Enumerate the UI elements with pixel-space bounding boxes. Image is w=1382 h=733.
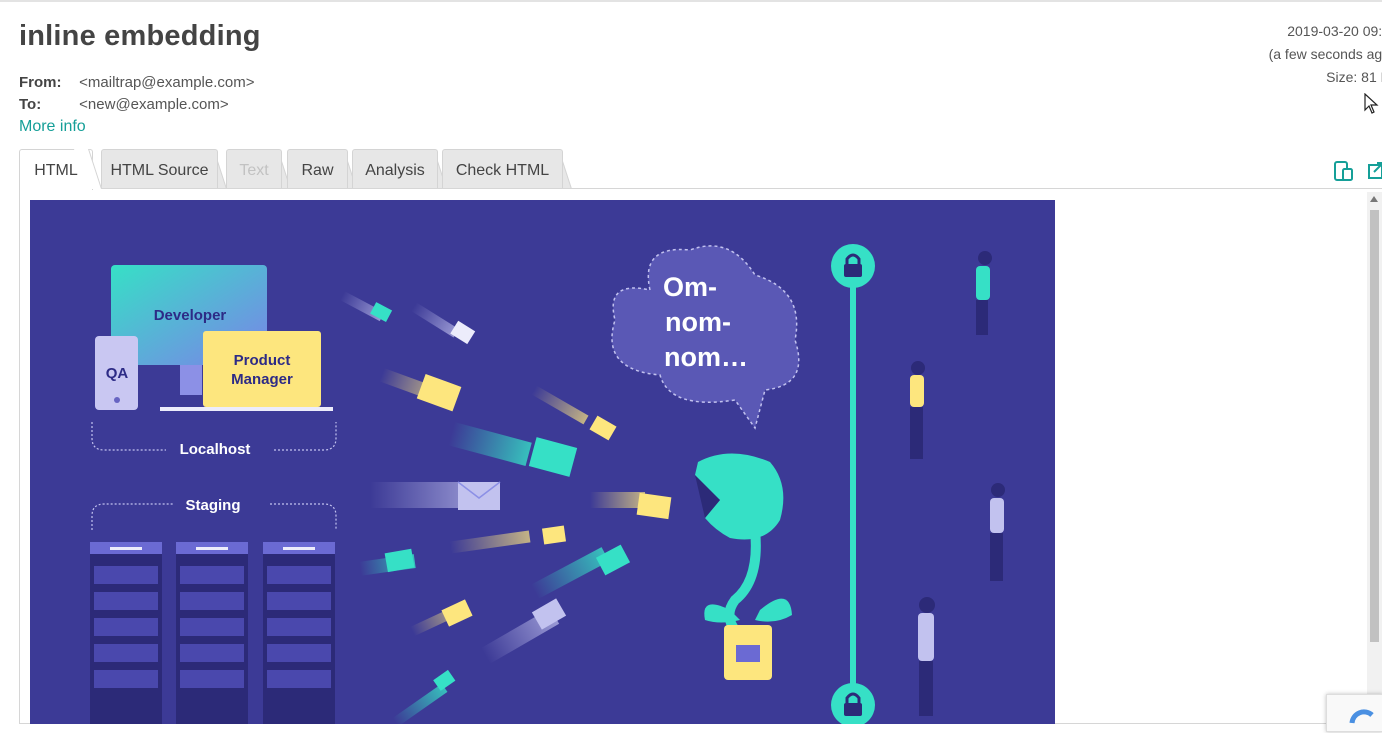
tab-analysis[interactable]: Analysis: [352, 149, 438, 188]
product-label: Product: [234, 352, 291, 369]
tab-html[interactable]: HTML: [19, 149, 93, 190]
recaptcha-badge[interactable]: [1326, 694, 1382, 732]
tab-label: HTML Source: [110, 162, 209, 179]
vertical-scrollbar[interactable]: [1367, 192, 1382, 722]
mouse-cursor-icon: [1364, 93, 1379, 114]
top-border: [0, 0, 1382, 2]
tab-check-html[interactable]: Check HTML: [442, 149, 563, 188]
scrollbar-thumb[interactable]: [1370, 210, 1379, 642]
developer-label: Developer: [154, 307, 227, 324]
bubble-line-1: Om-: [663, 272, 717, 302]
device-preview-icon[interactable]: [1334, 160, 1354, 182]
from-label: From:: [19, 74, 62, 91]
from-row: From: <mailtrap@example.com>: [19, 74, 254, 91]
to-label: To:: [19, 96, 42, 113]
scroll-up-arrow-icon[interactable]: [1370, 196, 1378, 202]
message-subject: inline embedding: [19, 20, 261, 52]
to-address[interactable]: <new@example.com>: [79, 96, 228, 113]
from-address[interactable]: <mailtrap@example.com>: [79, 74, 254, 91]
message-meta: 2019-03-20 09:4 (a few seconds ago Size:…: [1269, 20, 1382, 89]
hero-illustration: Developer QA Product Manager Localhost S…: [30, 200, 1055, 724]
to-row: To: <new@example.com>: [19, 96, 229, 113]
recaptcha-icon: [1349, 709, 1374, 724]
qa-label: QA: [106, 365, 129, 382]
message-relative-time: (a few seconds ago: [1268, 46, 1382, 62]
staging-label: Staging: [186, 497, 241, 514]
bubble-line-2: nom-: [665, 307, 731, 337]
tab-label: Raw: [301, 162, 334, 179]
tab-text: Text: [226, 149, 282, 188]
more-info-link[interactable]: More info: [19, 118, 86, 136]
tab-label: HTML: [34, 162, 78, 179]
tab-html-source[interactable]: HTML Source: [101, 149, 218, 188]
tab-label: Text: [239, 162, 269, 179]
localhost-label: Localhost: [180, 441, 251, 458]
manager-label: Manager: [231, 371, 293, 388]
open-external-icon[interactable]: [1368, 160, 1382, 182]
tab-raw[interactable]: Raw: [287, 149, 348, 188]
bubble-line-3: nom…: [664, 342, 748, 372]
message-size: Size: 81 K: [1326, 69, 1382, 85]
tab-label: Analysis: [365, 162, 425, 179]
message-date: 2019-03-20 09:4: [1287, 23, 1382, 39]
tab-label: Check HTML: [455, 162, 550, 179]
